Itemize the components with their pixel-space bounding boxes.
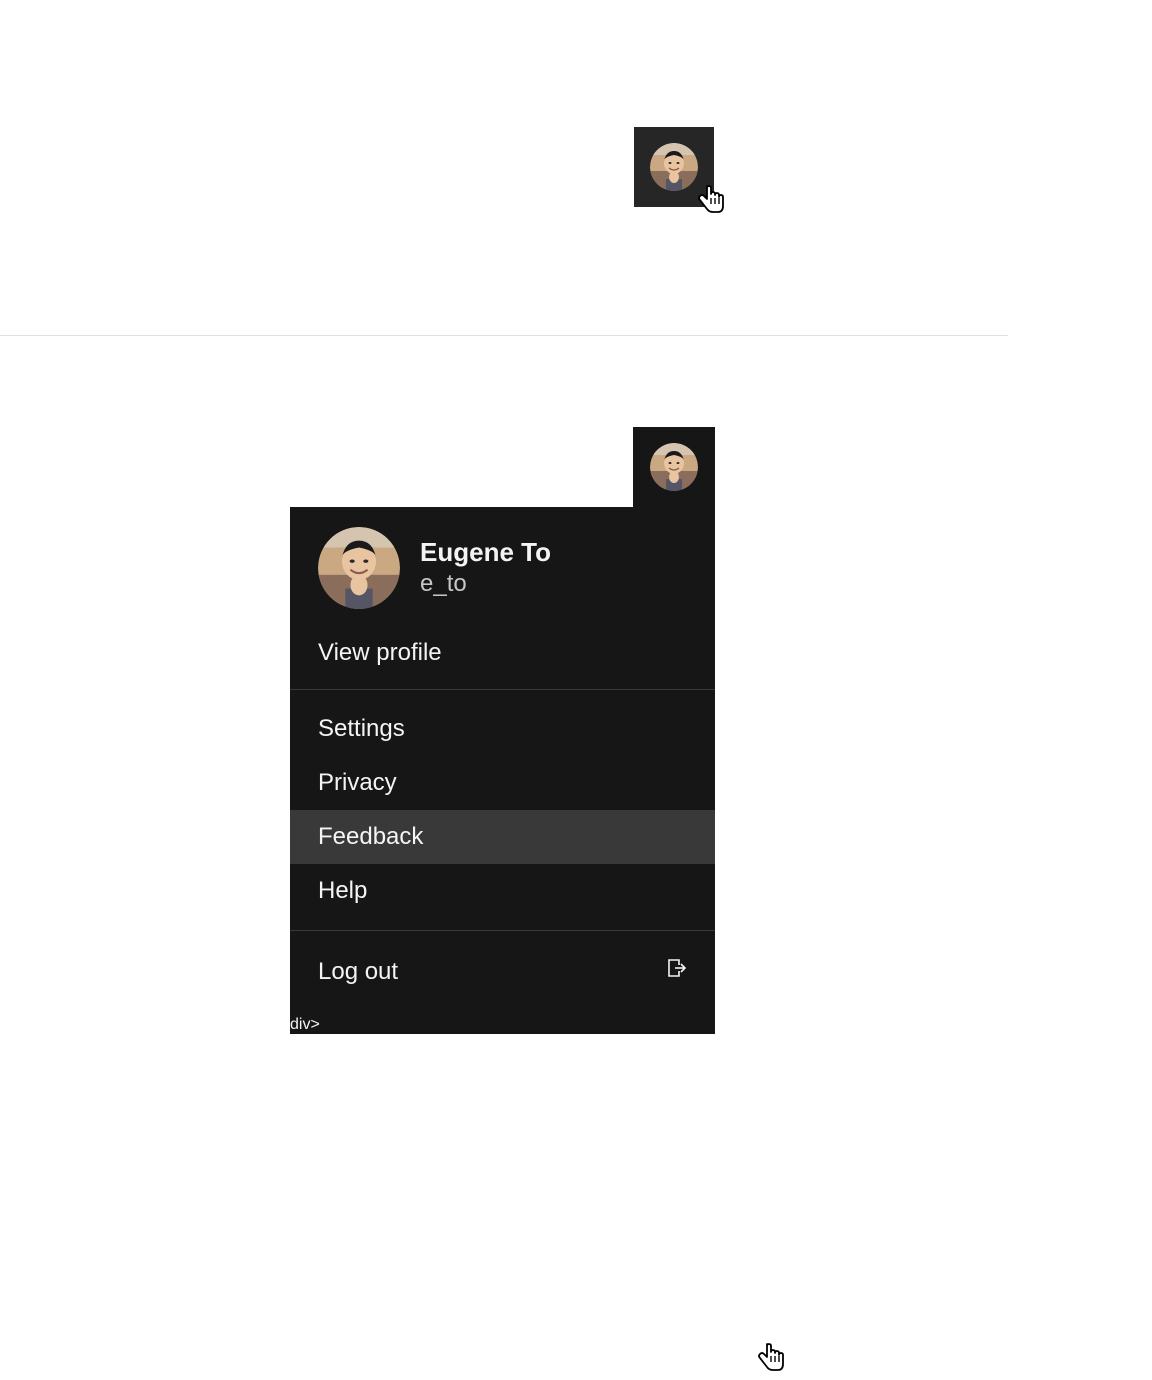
menu-item-logout[interactable]: Log out [290,931,715,1016]
user-menu-dropdown: Eugene To e_to View profile Settings Pri… [290,507,715,1034]
user-name: Eugene To [420,537,551,568]
menu-header: Eugene To e_to [290,507,715,621]
menu-item-feedback[interactable]: Feedback [290,810,715,864]
menu-item-help[interactable]: Help [290,864,715,918]
menu-item-label: View profile [318,639,442,667]
menu-item-privacy[interactable]: Privacy [290,756,715,810]
logout-icon [665,957,687,986]
menu-item-label: Settings [318,715,405,743]
user-info: Eugene To e_to [420,537,551,599]
avatar-large [318,527,400,609]
user-handle: e_to [420,568,551,599]
menu-item-label: Privacy [318,769,397,797]
menu-item-label: Help [318,877,367,905]
menu-item-label: Feedback [318,823,423,851]
menu-item-settings[interactable]: Settings [290,702,715,756]
section-divider [0,335,1008,336]
avatar [650,143,698,191]
divider [290,689,715,690]
menu-item-view-profile[interactable]: View profile [290,621,715,689]
avatar-menu-button-expanded[interactable] [633,427,715,507]
pointer-cursor-icon [758,1343,786,1380]
menu-item-label: Log out [318,958,398,986]
pointer-cursor-icon [698,185,726,222]
avatar [650,443,698,491]
